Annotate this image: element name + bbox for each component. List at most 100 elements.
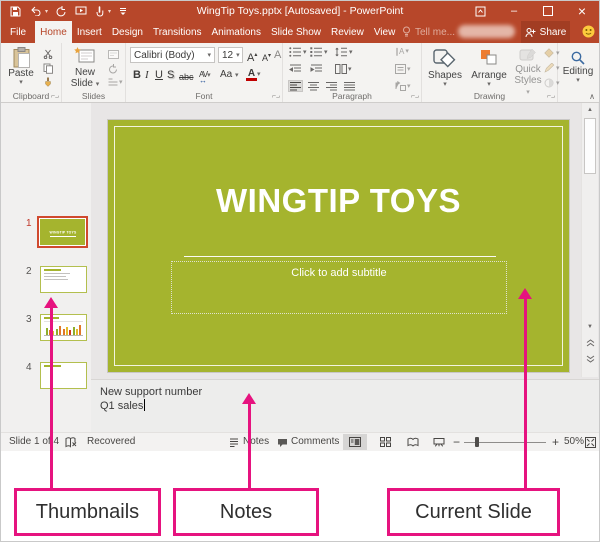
- thumbnail-slide-1[interactable]: WINGTIP TOYS: [37, 216, 88, 248]
- zoom-out-button[interactable]: −: [453, 435, 460, 449]
- bold-button[interactable]: B: [133, 69, 141, 81]
- scroll-down-icon[interactable]: ▼: [582, 321, 598, 333]
- numbering-icon[interactable]: ▾: [310, 47, 328, 57]
- share-button[interactable]: Share: [521, 21, 570, 43]
- tab-home[interactable]: Home: [35, 21, 72, 43]
- zoom-slider-thumb[interactable]: [475, 437, 479, 447]
- font-size-combo[interactable]: 12: [218, 47, 243, 63]
- comments-icon[interactable]: [277, 438, 288, 448]
- collapse-ribbon-icon[interactable]: ∧: [589, 92, 595, 101]
- slide-layout-icon[interactable]: [108, 50, 119, 59]
- tab-slide-show[interactable]: Slide Show: [266, 21, 326, 43]
- line-spacing-icon[interactable]: ▾: [335, 47, 353, 57]
- drawing-dialog-launcher-icon[interactable]: ⌐⌐: [547, 93, 555, 100]
- comments-status-label[interactable]: Comments: [291, 436, 339, 447]
- thumbnail-slide-4[interactable]: [40, 362, 87, 389]
- paste-dropdown-icon[interactable]: ▾: [19, 79, 23, 86]
- notes-status-label[interactable]: Notes: [243, 436, 269, 447]
- tab-insert[interactable]: Insert: [72, 21, 107, 43]
- align-text-icon[interactable]: ▾: [395, 64, 411, 74]
- cut-icon[interactable]: [43, 49, 53, 59]
- character-spacing-button[interactable]: AV ↔ ▾: [199, 68, 211, 85]
- reading-view-button[interactable]: [401, 434, 425, 450]
- zoom-level-label[interactable]: 50%: [564, 436, 584, 447]
- arrange-dropdown-icon[interactable]: ▾: [487, 81, 491, 88]
- undo-dropdown-icon[interactable]: ▾: [45, 8, 48, 15]
- feedback-smiley-icon[interactable]: [582, 25, 595, 38]
- align-center-icon[interactable]: [307, 81, 320, 91]
- paragraph-dialog-launcher-icon[interactable]: ⌐⌐: [411, 93, 419, 100]
- recovered-label[interactable]: Recovered: [87, 436, 135, 447]
- bullets-icon[interactable]: ▾: [289, 47, 307, 57]
- quick-styles-button[interactable]: Quick Styles ▾: [512, 47, 544, 97]
- tab-review[interactable]: Review: [326, 21, 369, 43]
- underline-button[interactable]: U: [155, 69, 163, 81]
- editing-button[interactable]: Editing ▾: [561, 50, 595, 84]
- strikethrough-button[interactable]: abc: [179, 71, 194, 83]
- undo-icon[interactable]: [29, 6, 41, 16]
- current-slide[interactable]: WINGTIP TOYS Click to add subtitle: [108, 120, 569, 372]
- decrease-font-size-button[interactable]: A▾: [262, 50, 271, 64]
- font-color-button[interactable]: A ▾: [246, 67, 261, 81]
- editing-dropdown-icon[interactable]: ▾: [576, 77, 580, 84]
- spell-check-icon[interactable]: [65, 437, 77, 448]
- slide-show-button[interactable]: [427, 434, 451, 450]
- paste-button[interactable]: Paste ▾: [4, 47, 38, 86]
- start-from-beginning-icon[interactable]: [75, 6, 87, 16]
- font-dialog-launcher-icon[interactable]: ⌐⌐: [272, 93, 280, 100]
- decrease-indent-icon[interactable]: [289, 64, 302, 74]
- thumbnail-slide-3[interactable]: [40, 314, 87, 341]
- touch-mode-dropdown-icon[interactable]: ▾: [108, 8, 111, 15]
- tab-view[interactable]: View: [369, 21, 401, 43]
- maximize-button[interactable]: [531, 1, 565, 21]
- minimize-button[interactable]: –: [497, 1, 531, 21]
- tab-transitions[interactable]: Transitions: [148, 21, 207, 43]
- close-button[interactable]: ×: [565, 1, 599, 21]
- columns-icon[interactable]: ▾: [335, 64, 352, 74]
- save-icon[interactable]: [10, 6, 21, 17]
- fit-slide-to-window-icon[interactable]: [585, 437, 596, 448]
- clipboard-dialog-launcher-icon[interactable]: ⌐⌐: [51, 93, 59, 100]
- slide-sorter-view-button[interactable]: [373, 434, 397, 450]
- thumbnail-slide-2[interactable]: [40, 266, 87, 293]
- shapes-button[interactable]: Shapes ▾: [424, 47, 466, 88]
- arrange-button[interactable]: Arrange ▾: [467, 47, 511, 88]
- text-direction-icon[interactable]: ∥A ▾: [395, 47, 409, 56]
- scroll-up-icon[interactable]: ▲: [582, 104, 598, 116]
- new-slide-button[interactable]: New Slide ▾: [65, 47, 105, 89]
- increase-font-size-button[interactable]: A▴: [247, 49, 257, 64]
- vertical-scrollbar[interactable]: ▲ ▼: [581, 103, 598, 377]
- text-shadow-button[interactable]: S: [167, 69, 174, 81]
- customize-qat-icon[interactable]: [119, 7, 127, 16]
- touch-mouse-mode-icon[interactable]: [95, 5, 104, 17]
- italic-button[interactable]: I: [145, 69, 149, 81]
- notes-status-icon[interactable]: [229, 438, 239, 447]
- tab-file[interactable]: File: [1, 21, 35, 43]
- notes-pane[interactable]: New support number Q1 sales: [91, 379, 599, 432]
- change-case-button[interactable]: Aa ▾: [220, 69, 239, 81]
- shapes-dropdown-icon[interactable]: ▾: [443, 81, 447, 88]
- align-right-icon[interactable]: [325, 81, 338, 91]
- reset-slide-icon[interactable]: [108, 64, 118, 74]
- tab-design[interactable]: Design: [107, 21, 148, 43]
- new-slide-dropdown-icon[interactable]: ▾: [96, 81, 100, 88]
- clear-formatting-button[interactable]: A: [274, 49, 281, 61]
- next-slide-icon[interactable]: [582, 355, 598, 367]
- notes-text[interactable]: New support number Q1 sales: [91, 380, 599, 418]
- font-name-combo[interactable]: Calibri (Body): [130, 47, 215, 63]
- section-icon[interactable]: ▾: [108, 78, 123, 86]
- justify-icon[interactable]: [343, 81, 356, 91]
- redo-icon[interactable]: [56, 5, 67, 17]
- subtitle-placeholder[interactable]: Click to add subtitle: [171, 261, 507, 314]
- align-left-icon[interactable]: [288, 80, 303, 92]
- convert-to-smartart-icon[interactable]: ▾: [395, 81, 411, 91]
- format-painter-icon[interactable]: [43, 77, 53, 88]
- increase-indent-icon[interactable]: [310, 64, 323, 74]
- copy-icon[interactable]: [43, 63, 54, 74]
- tell-me-box[interactable]: Tell me...: [402, 21, 455, 43]
- slide-title[interactable]: WINGTIP TOYS: [108, 182, 569, 220]
- normal-view-button[interactable]: [343, 434, 367, 450]
- tab-animations[interactable]: Animations: [207, 21, 266, 43]
- previous-slide-icon[interactable]: [582, 339, 598, 351]
- scrollbar-thumb[interactable]: [584, 118, 596, 174]
